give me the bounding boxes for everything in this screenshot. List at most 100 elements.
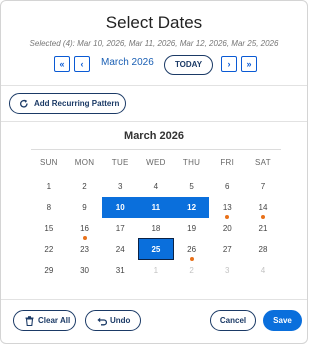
calendar-day[interactable]: 26 <box>174 239 210 261</box>
calendar-week-row: 15 16 17 18 19 20 21 <box>31 218 281 240</box>
calendar-day-number: 3 <box>225 266 230 275</box>
calendar-day-number: 11 <box>151 203 161 212</box>
calendar-week-row: 1 2 3 4 5 6 7 <box>31 176 281 197</box>
add-recurring-pattern-label: Add Recurring Pattern <box>34 99 120 108</box>
calendar-day-number: 4 <box>260 266 266 275</box>
calendar-day[interactable]: 9 <box>67 197 103 218</box>
calendar-day-number: 1 <box>153 266 159 275</box>
calendar-week-row: 29 30 31 1 2 3 4 <box>31 260 281 281</box>
calendar-day-number: 8 <box>46 203 52 212</box>
clear-all-label: Clear All <box>38 316 71 325</box>
calendar-day[interactable]: 17 <box>102 218 138 239</box>
calendar-day-number: 22 <box>44 245 54 254</box>
calendar-day[interactable]: 16 <box>67 218 103 240</box>
cancel-button[interactable]: Cancel <box>210 310 256 331</box>
calendar-day-number: 30 <box>80 266 89 275</box>
calendar-day[interactable]: 14 <box>245 197 281 219</box>
calendar-day-number: 5 <box>189 182 194 191</box>
calendar-day[interactable]: 13 <box>209 197 245 219</box>
weekday-label: THU <box>182 158 201 167</box>
calendar-day-number: 18 <box>151 224 161 233</box>
clear-all-button[interactable]: Clear All <box>13 310 76 331</box>
calendar-day[interactable]: 31 <box>102 260 138 281</box>
calendar-title: March 2026 <box>124 130 184 142</box>
calendar-day-number: 3 <box>117 182 123 191</box>
weekday-label: FRI <box>220 158 235 167</box>
calendar-day[interactable]: 28 <box>245 239 281 260</box>
calendar-day[interactable]: 7 <box>245 176 281 197</box>
calendar-day[interactable]: 30 <box>67 260 103 281</box>
calendar-day-number: 14 <box>258 203 268 212</box>
calendar-day[interactable]: 1 <box>31 176 67 197</box>
calendar-day-number: 12 <box>187 203 197 212</box>
calendar-day-outside-month[interactable]: 3 <box>209 260 245 281</box>
calendar-day-number: 16 <box>80 224 89 233</box>
calendar-day[interactable]: 18 <box>138 218 174 239</box>
selected-dates-summary: Selected (4): Mar 10, 2026, Mar 11, 2026… <box>29 39 279 48</box>
calendar-day-number: 28 <box>258 245 268 254</box>
calendar-day-number: 27 <box>222 245 232 254</box>
calendar-day[interactable]: 21 <box>245 218 281 239</box>
calendar-week-row: 22 23 24 25 26 27 28 <box>31 238 281 261</box>
calendar-day-outside-month[interactable]: 4 <box>245 260 281 281</box>
calendar-day[interactable]: 24 <box>102 239 138 260</box>
calendar-day[interactable]: 6 <box>209 176 245 197</box>
weekday-label: SAT <box>255 158 271 167</box>
calendar-day[interactable]: 23 <box>67 239 103 260</box>
calendar-day-selected[interactable]: 11 <box>138 197 174 218</box>
calendar-day-number: 17 <box>115 224 125 233</box>
calendar-day[interactable]: 5 <box>174 176 210 197</box>
calendar-day[interactable]: 22 <box>31 239 67 260</box>
trash-icon <box>25 316 34 326</box>
add-recurring-pattern-button[interactable]: Add Recurring Pattern <box>9 93 126 114</box>
weekday-label: WED <box>146 158 166 167</box>
calendar-day-outside-month[interactable]: 1 <box>138 260 174 281</box>
calendar-day-number: 20 <box>222 224 232 233</box>
undo-button[interactable]: Undo <box>85 310 141 331</box>
repeat-icon <box>19 99 28 108</box>
calendar-day[interactable]: 4 <box>138 176 174 197</box>
footer-divider <box>1 299 307 300</box>
save-button[interactable]: Save <box>263 310 302 331</box>
weekday-header: SUN MON TUE WED THU FRI SAT <box>31 156 281 170</box>
calendar-day-number: 21 <box>258 224 268 233</box>
calendar-day-number: 13 <box>222 203 232 212</box>
calendar-day-outside-month[interactable]: 2 <box>174 260 210 281</box>
calendar-day-number: 26 <box>187 245 197 254</box>
calendar-day-number: 23 <box>80 245 89 254</box>
weekday-label: MON <box>74 158 95 167</box>
dialog-title: Select Dates <box>105 13 203 32</box>
undo-label: Undo <box>110 316 131 325</box>
calendar-day[interactable]: 2 <box>67 176 103 197</box>
calendar-day[interactable]: 19 <box>174 218 210 239</box>
calendar-day[interactable]: 29 <box>31 260 67 281</box>
calendar-day-selected[interactable]: 10 <box>102 197 139 218</box>
calendar-day[interactable]: 15 <box>31 218 67 239</box>
calendar-day[interactable]: 20 <box>209 218 245 239</box>
divider <box>1 121 307 122</box>
calendar-day-number: 29 <box>44 266 54 275</box>
prev-year-button[interactable]: « <box>54 56 70 72</box>
calendar-day-selected[interactable]: 25 <box>138 238 174 260</box>
calendar-day[interactable]: 8 <box>31 197 67 218</box>
select-dates-dialog: Select Dates Selected (4): Mar 10, 2026,… <box>0 0 308 344</box>
next-month-button[interactable]: › <box>221 56 237 72</box>
calendar-day-number: 15 <box>44 224 54 233</box>
calendar-day-number: 1 <box>46 182 52 191</box>
calendar-day-number: 10 <box>115 203 125 212</box>
calendar-day[interactable]: 3 <box>102 176 138 197</box>
calendar-day-number: 9 <box>82 203 87 212</box>
calendar-day-number: 4 <box>153 182 159 191</box>
next-year-button[interactable]: » <box>241 56 257 72</box>
today-button[interactable]: TODAY <box>164 55 213 75</box>
calendar-day-number: 7 <box>260 182 266 191</box>
undo-icon <box>97 317 107 326</box>
calendar-day[interactable]: 27 <box>209 239 245 260</box>
calendar-day-selected[interactable]: 12 <box>173 197 210 218</box>
calendar-grid: SUN MON TUE WED THU FRI SAT 1 2 3 4 5 6 7 8 9 10 11 12 13 1… <box>31 156 281 281</box>
calendar-week-row: 8 9 10 11 12 13 14 <box>31 197 281 219</box>
weekday-label: TUE <box>111 158 129 167</box>
calendar-day-number: 2 <box>82 182 87 191</box>
prev-month-button[interactable]: ‹ <box>74 56 90 72</box>
calendar-day-number: 2 <box>189 266 194 275</box>
